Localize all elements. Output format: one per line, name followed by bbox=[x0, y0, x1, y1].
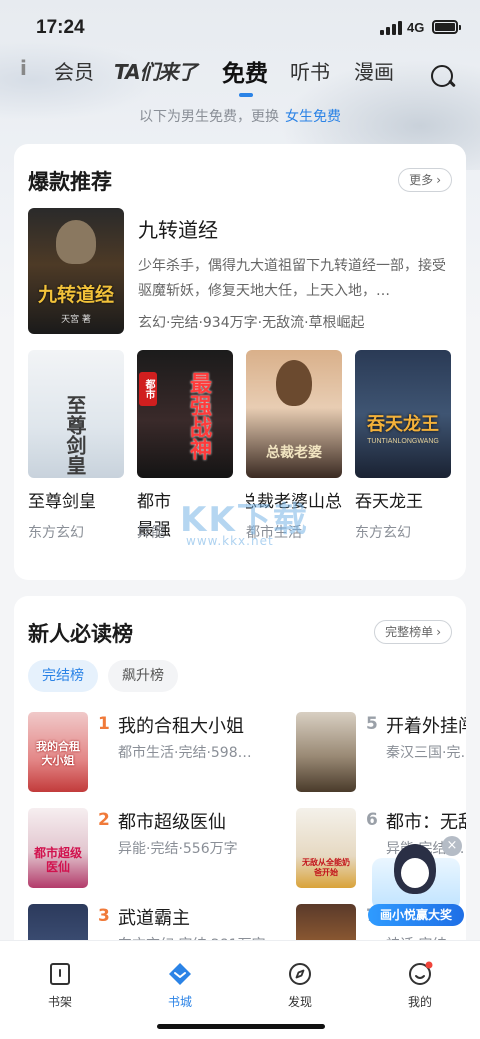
tab-comics[interactable]: 漫画 bbox=[354, 56, 394, 85]
ranking-cover-title: 无敌从全能奶爸开始 bbox=[302, 858, 350, 877]
top-channel-tabs: i 会员 TA们来了 免费 听书 漫画 bbox=[0, 56, 480, 96]
status-time: 17:24 bbox=[36, 17, 85, 38]
gender-notice-text: 以下为男生免费，更换 bbox=[139, 109, 279, 125]
book-cover: 总裁老婆 bbox=[246, 350, 342, 478]
nav-label: 书城 bbox=[167, 995, 192, 1009]
ranking-item[interactable]: 我的合租大小姐 1 我的合租大小姐 都市生活·完结·598… bbox=[28, 712, 268, 792]
ranking-number: 2 bbox=[98, 810, 110, 830]
ranking-meta: 异能·完结·556万字 bbox=[118, 841, 238, 857]
book-genre: 东方玄幻 bbox=[355, 525, 411, 541]
network-label: 4G bbox=[407, 20, 425, 35]
chevron-right-icon: › bbox=[436, 173, 441, 187]
nav-label: 发现 bbox=[287, 995, 312, 1009]
profile-icon bbox=[409, 961, 433, 985]
ranking-cover: 无敌从全能奶爸开始 bbox=[296, 808, 356, 888]
chevron-right-icon: › bbox=[436, 625, 441, 639]
penguin-belly bbox=[401, 858, 429, 888]
tab-free[interactable]: 免费 bbox=[222, 54, 268, 88]
featured-cover-title: 九转道经 bbox=[37, 284, 114, 306]
ranking-cover-title: 我的合租大小姐 bbox=[36, 740, 80, 767]
book-genre: 异能 bbox=[137, 525, 165, 541]
ranking-cover bbox=[296, 712, 356, 792]
ranking-meta: 秦汉三国·完… bbox=[386, 745, 466, 761]
featured-book-desc: 少年杀手，偶得九大道祖留下九转道经一部，接受驱魔斩妖，修复天地大任，上天入地，… bbox=[138, 258, 446, 299]
search-icon[interactable] bbox=[430, 64, 456, 90]
book-cover-title: 总裁老婆 bbox=[266, 445, 322, 461]
gender-notice: 以下为男生免费，更换 女生免费 bbox=[0, 106, 480, 126]
bookshelf-icon bbox=[50, 963, 70, 985]
ranking-title: 开着外挂闯 bbox=[386, 716, 466, 737]
promo-floating-badge[interactable]: 画小悦赢大奖 × bbox=[368, 836, 464, 928]
full-list-button[interactable]: 完整榜单 › bbox=[374, 620, 452, 644]
tab-ta-men-lai-le[interactable]: TA们来了 bbox=[114, 56, 198, 85]
book-cover-title: 吞天龙王 bbox=[367, 414, 439, 435]
ranking-number: 5 bbox=[366, 714, 378, 734]
more-button-label: 更多 bbox=[409, 173, 434, 187]
tab-member[interactable]: 会员 bbox=[54, 56, 94, 85]
ranking-meta: 都市生活·完结·598… bbox=[118, 745, 252, 761]
book-genre: 东方玄幻 bbox=[28, 525, 84, 541]
book-cover-title: 至尊剑皇 bbox=[63, 395, 87, 475]
signal-icon bbox=[380, 21, 402, 35]
status-bar: 17:24 4G bbox=[0, 0, 480, 54]
cover-figure bbox=[56, 220, 96, 264]
watermark-url: www.kkx.net bbox=[186, 534, 274, 548]
featured-book-title[interactable]: 九转道经 bbox=[138, 214, 218, 243]
featured-cover-author: 天宮 著 bbox=[61, 315, 91, 325]
book-cover-subtitle: TUNTIANLONGWANG bbox=[367, 438, 439, 445]
ranking-title: 都市：无敌 bbox=[386, 812, 466, 833]
battery-icon bbox=[432, 20, 461, 34]
ranking-cover: 我的合租大小姐 bbox=[28, 712, 88, 792]
close-icon[interactable]: × bbox=[442, 836, 462, 856]
switch-female-free-link[interactable]: 女生免费 bbox=[285, 109, 341, 125]
ranking-item[interactable]: 5 开着外挂闯 秦汉三国·完… bbox=[296, 712, 466, 792]
newbie-ranking-card: 新人必读榜 完整榜单 › 完结榜 飙升榜 我的合租大小姐 1 我的合租大小姐 都市… bbox=[14, 596, 466, 996]
ranking-title: 我的合租大小姐 bbox=[118, 716, 244, 737]
ranking-number: 1 bbox=[98, 714, 110, 734]
more-button[interactable]: 更多 › bbox=[398, 168, 452, 192]
book-cover: 都市 最强战神 bbox=[137, 350, 233, 478]
book-cover: 至尊剑皇 bbox=[28, 350, 124, 478]
ranking-number: 6 bbox=[366, 810, 378, 830]
cover-figure bbox=[276, 360, 312, 406]
book-name: 吞天龙王 bbox=[355, 492, 423, 512]
book-cover: 吞天龙王 TUNTIANLONGWANG bbox=[355, 350, 451, 478]
promo-label: 画小悦赢大奖 bbox=[368, 904, 464, 926]
bookstore-icon bbox=[169, 963, 191, 985]
book-cover-title: 最强战神 bbox=[186, 372, 212, 460]
ranking-title: 都市超级医仙 bbox=[118, 812, 226, 833]
featured-book-cover[interactable]: 九转道经 天宮 著 bbox=[28, 208, 124, 334]
ranking-item[interactable]: 都市超级医仙 2 都市超级医仙 异能·完结·556万字 bbox=[28, 808, 268, 888]
nav-label: 书架 bbox=[47, 995, 72, 1009]
ranking-cover-title: 都市超级医仙 bbox=[34, 846, 83, 874]
active-tab-indicator bbox=[239, 93, 253, 97]
tab-rising-ranking[interactable]: 飙升榜 bbox=[108, 660, 178, 692]
featured-book-meta: 玄幻·完结·934万字·无敌流·草根崛起 bbox=[138, 315, 365, 331]
nav-label: 我的 bbox=[407, 995, 432, 1009]
tab-completed-ranking[interactable]: 完结榜 bbox=[28, 660, 98, 692]
ranking-number: 3 bbox=[98, 906, 110, 926]
tab-audiobook[interactable]: 听书 bbox=[290, 56, 330, 85]
home-indicator bbox=[157, 1024, 325, 1029]
tab-previous-partial[interactable]: i bbox=[20, 56, 27, 80]
ranking-cover: 都市超级医仙 bbox=[28, 808, 88, 888]
newbie-section-title: 新人必读榜 bbox=[28, 622, 133, 646]
book-cover-tag: 都市 bbox=[139, 372, 157, 406]
hot-section-title: 爆款推荐 bbox=[28, 170, 112, 194]
compass-icon bbox=[289, 963, 311, 985]
book-name: 至尊剑皇 bbox=[28, 492, 96, 512]
ranking-title: 武道霸主 bbox=[118, 908, 190, 929]
full-list-label: 完整榜单 bbox=[385, 625, 434, 639]
